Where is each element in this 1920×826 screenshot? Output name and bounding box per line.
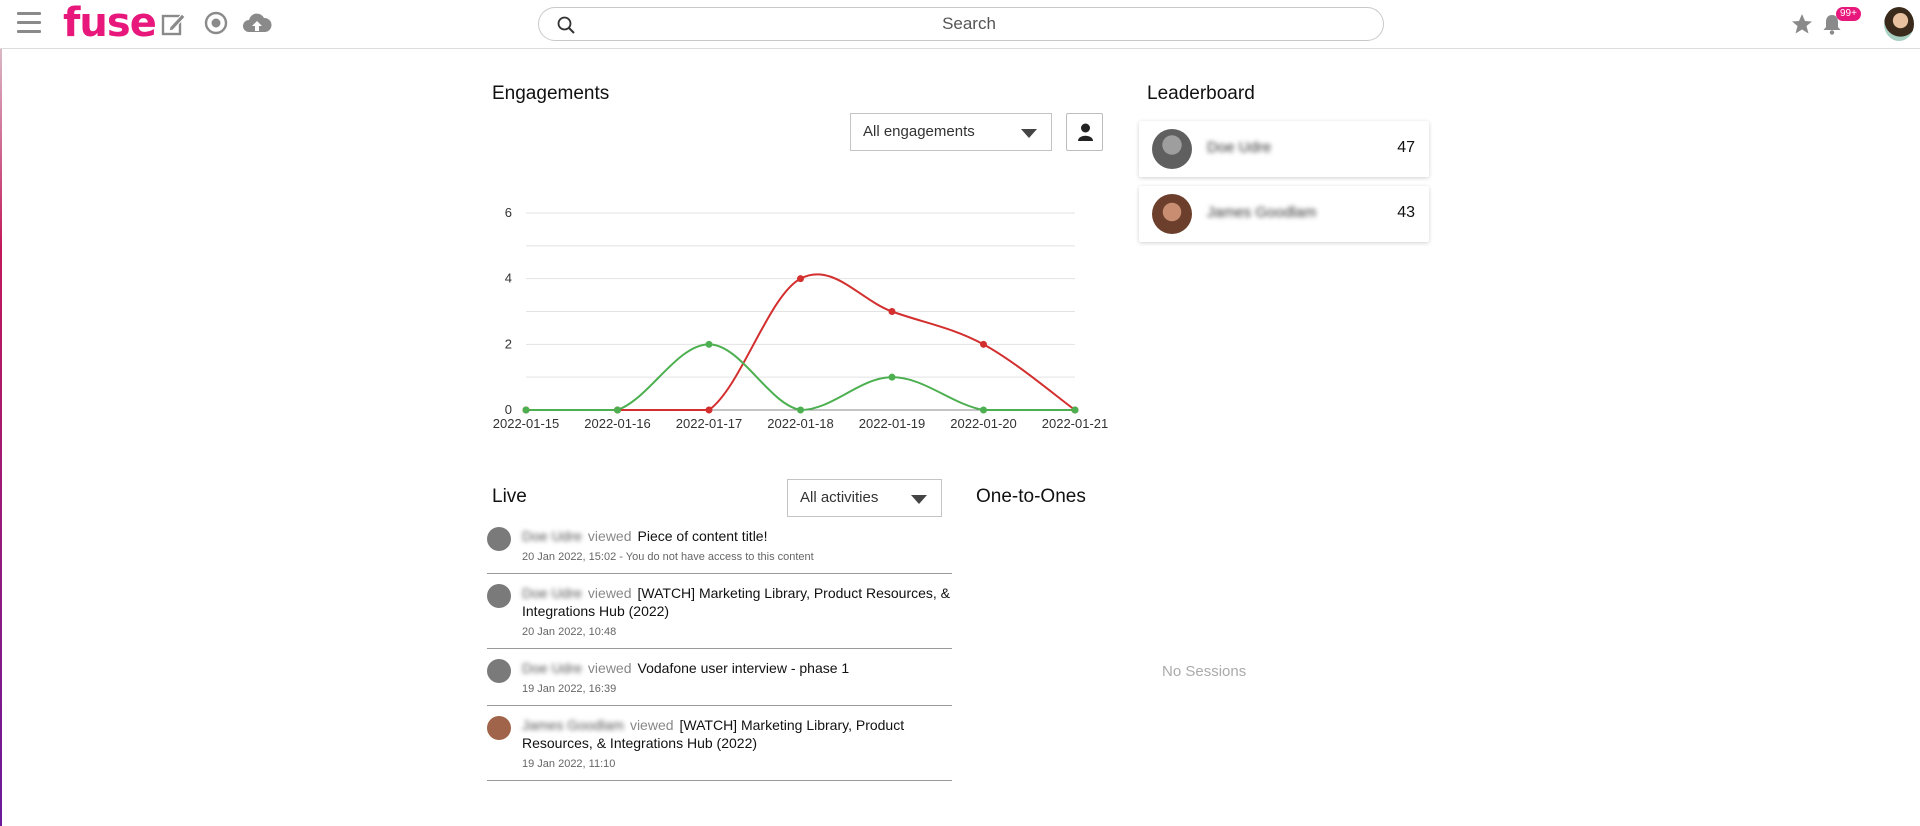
x-tick-label: 2022-01-16 [584, 416, 651, 431]
data-point [797, 275, 804, 283]
engagements-title: Engagements [492, 83, 610, 104]
activities-filter-value: All activities [800, 489, 879, 506]
record-icon[interactable] [203, 10, 229, 36]
feed-user[interactable]: Doe Udre [522, 585, 582, 601]
data-point [1071, 406, 1079, 414]
feed-user[interactable]: James Goodlam [522, 717, 624, 733]
leaderboard-score: 43 [1397, 204, 1415, 221]
avatar [487, 659, 511, 683]
feed-timestamp: 20 Jan 2022, 15:02 - You do not have acc… [522, 551, 814, 563]
fuse-logo[interactable]: fuse [63, 0, 157, 46]
upload-cloud-icon[interactable] [242, 10, 272, 36]
feed-verb: viewed [629, 717, 674, 733]
y-tick-label: 2 [505, 336, 512, 351]
notification-badge: 99+ [1836, 7, 1861, 21]
feed-user[interactable]: Doe Udre [522, 528, 582, 544]
leaderboard-title: Leaderboard [1147, 83, 1255, 104]
x-tick-label: 2022-01-18 [767, 416, 834, 431]
leaderboard-name: Doe Udre [1207, 139, 1272, 156]
x-tick-label: 2022-01-21 [1042, 416, 1109, 431]
feed-timestamp: 20 Jan 2022, 10:48 [522, 626, 617, 638]
avatar [487, 527, 511, 551]
leaderboard-entry[interactable]: James Goodlam 43 [1139, 186, 1429, 242]
feed-content-title[interactable]: Piece of content title! [638, 528, 768, 544]
chevron-down-icon [911, 495, 927, 504]
x-tick-label: 2022-01-20 [950, 416, 1017, 431]
data-point [705, 340, 713, 348]
engagements-filter-value: All engagements [863, 123, 975, 140]
feed-verb: viewed [587, 585, 632, 601]
hamburger-menu-icon[interactable] [17, 12, 41, 34]
data-point [888, 373, 896, 381]
engagements-chart: 0 2 4 6 2022-01-15 2022-01-16 2022-01-17 2022-0… [493, 205, 1109, 431]
feed-user[interactable]: Doe Udre [522, 660, 582, 676]
feed-verb: viewed [587, 660, 632, 676]
data-point [980, 406, 987, 414]
person-icon [1078, 123, 1093, 141]
empty-state-text: No Sessions [1162, 663, 1247, 680]
chevron-down-icon [1021, 129, 1037, 138]
search-icon [557, 16, 575, 34]
leaderboard-name: James Goodlam [1207, 204, 1317, 221]
engagements-filter-select[interactable]: All engagements [850, 113, 1052, 151]
feed-timestamp: 19 Jan 2022, 11:10 [522, 758, 616, 770]
user-filter-button[interactable] [1066, 113, 1103, 151]
feed-verb: viewed [587, 528, 632, 544]
x-tick-label: 2022-01-15 [493, 416, 560, 431]
live-feed: Doe Udre viewed Piece of content title! 20… [487, 517, 952, 781]
x-tick-label: 2022-01-19 [859, 416, 926, 431]
series-line [526, 273, 1076, 412]
top-bar: fuse 99+ [0, 0, 1920, 49]
star-icon[interactable] [1790, 12, 1814, 36]
y-tick-label: 0 [505, 402, 512, 417]
list-item[interactable]: Doe Udre viewed Piece of content title! 20… [487, 517, 952, 574]
list-item[interactable]: James Goodlam viewed [WATCH] Marketing Lib… [487, 706, 952, 781]
data-point [705, 406, 713, 414]
feed-timestamp: 19 Jan 2022, 16:39 [522, 683, 617, 695]
search-input[interactable] [589, 8, 1349, 40]
y-tick-label: 4 [505, 271, 512, 286]
feed-content-title[interactable]: Vodafone user interview - phase 1 [638, 660, 850, 676]
avatar [487, 584, 511, 608]
avatar [1152, 194, 1192, 234]
user-avatar[interactable] [1884, 7, 1914, 41]
avatar [487, 716, 511, 740]
data-point [614, 406, 621, 414]
avatar [1152, 129, 1192, 169]
x-tick-label: 2022-01-17 [676, 416, 743, 431]
leaderboard-score: 47 [1397, 139, 1415, 156]
list-item[interactable]: Doe Udre viewed Vodafone user interview - … [487, 649, 952, 706]
data-point [522, 406, 530, 414]
live-title: Live [492, 486, 527, 507]
edit-icon[interactable] [160, 10, 188, 38]
data-point [888, 308, 896, 315]
y-tick-label: 6 [505, 205, 512, 220]
activities-filter-select[interactable]: All activities [787, 479, 942, 517]
list-item[interactable]: Doe Udre viewed [WATCH] Marketing Library,… [487, 574, 952, 649]
feed-content-title[interactable]: [WATCH] Marketing Library, Product Resou… [522, 585, 950, 619]
leaderboard-entry[interactable]: Doe Udre 47 [1139, 121, 1429, 177]
data-point [797, 406, 804, 414]
one-to-ones-title: One-to-Ones [976, 486, 1086, 507]
data-point [980, 340, 987, 348]
search-bar[interactable] [538, 7, 1384, 41]
window-edge [0, 0, 2, 826]
